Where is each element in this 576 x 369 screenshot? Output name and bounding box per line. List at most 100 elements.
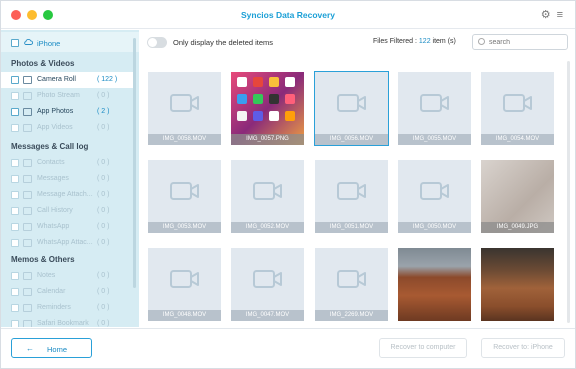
sidebar: iPhone Photos & Videos Camera Roll ( 122… (1, 30, 139, 327)
media-filename: IMG_0057.PNG (231, 134, 304, 145)
sidebar-item-label: Notes (37, 272, 56, 279)
video-camera-icon (420, 94, 449, 112)
media-tile[interactable]: IMG_0055.MOV (398, 72, 471, 145)
checkbox (11, 124, 19, 132)
sidebar-item-label: WhatsApp (37, 223, 70, 230)
checkbox (11, 288, 19, 296)
app-window: Syncios Data Recovery ⚙ ≡ iPhone Photos … (0, 0, 576, 369)
stream-icon (23, 92, 32, 100)
media-tile[interactable]: IMG_0058.MOV (148, 72, 221, 145)
checkbox (11, 304, 19, 312)
video-camera-icon (253, 270, 282, 288)
sidebar-item-contacts: Contacts ( 0 ) (1, 155, 133, 171)
grid-scrollbar[interactable] (567, 61, 570, 323)
search-input[interactable] (489, 37, 565, 47)
sidebar-item-app-videos: App Videos ( 0 ) (1, 120, 133, 136)
media-tile[interactable]: IMG_2269.MOV (315, 248, 388, 321)
sidebar-item-count: ( 0 ) (97, 124, 110, 131)
sidebar-item-label: Camera Roll (37, 76, 76, 83)
media-filename: IMG_0058.MOV (148, 134, 221, 145)
media-tile[interactable]: IMG_0048.MOV (148, 248, 221, 321)
sidebar-item-label: Contacts (37, 159, 65, 166)
sidebar-item-count: ( 0 ) (97, 159, 110, 166)
device-name: iPhone (37, 39, 61, 48)
sidebar-item-label: Photo Stream (37, 92, 80, 99)
media-tile[interactable]: IMG_0051.MOV (315, 160, 388, 233)
sidebar-item-photo-stream: Photo Stream ( 0 ) (1, 88, 133, 104)
bookmark-icon (23, 320, 32, 327)
sidebar-item-count: ( 0 ) (97, 223, 110, 230)
checkbox (11, 239, 19, 247)
filter-prefix: Files Filtered : (373, 38, 419, 45)
menu-icon[interactable]: ≡ (557, 9, 563, 21)
video-camera-icon (337, 270, 366, 288)
media-tile-landscape[interactable] (398, 248, 471, 321)
sidebar-scrollbar[interactable] (133, 38, 136, 288)
sidebar-item-count: ( 2 ) (97, 108, 110, 115)
search-box[interactable] (472, 34, 568, 50)
checkbox (11, 175, 19, 183)
checkbox[interactable] (11, 108, 19, 116)
sidebar-item-camera-roll[interactable]: Camera Roll ( 122 ) (1, 72, 133, 88)
media-grid: IMG_0058.MOV IMG_0057.PNG IMG_0056.MOV I… (139, 56, 565, 327)
media-filename: IMG_0052.MOV (231, 222, 304, 233)
sidebar-item-label: WhatsApp Attac... (37, 239, 93, 246)
media-tile[interactable]: IMG_0050.MOV (398, 160, 471, 233)
media-tile[interactable]: IMG_0052.MOV (231, 160, 304, 233)
sidebar-item-count: ( 0 ) (97, 272, 110, 279)
video-camera-icon (503, 94, 532, 112)
files-filtered-status: Files Filtered : 122 item (s) (373, 38, 456, 45)
video-camera-icon (170, 270, 199, 288)
media-filename: IMG_0048.MOV (148, 310, 221, 321)
home-button[interactable]: ← Home (11, 338, 92, 358)
recover-to-computer-button[interactable]: Recover to computer (379, 338, 467, 358)
category-messages-call-log: Messages & Call log (11, 142, 89, 151)
sidebar-item-app-photos[interactable]: App Photos ( 2 ) (1, 104, 133, 120)
back-arrow-icon: ← (26, 344, 34, 353)
media-tile[interactable]: IMG_0057.PNG (231, 72, 304, 145)
sidebar-item-label: Call History (37, 207, 73, 214)
sidebar-item-label: Message Attach... (37, 191, 93, 198)
media-tile-landscape[interactable] (481, 248, 554, 321)
sidebar-item-count: ( 0 ) (97, 207, 110, 214)
media-tile[interactable]: IMG_0047.MOV (231, 248, 304, 321)
media-tile-selected[interactable]: IMG_0056.MOV (314, 71, 389, 146)
sidebar-item-count: ( 0 ) (97, 288, 110, 295)
message-icon (23, 175, 32, 183)
video-camera-icon (253, 182, 282, 200)
video-camera-icon (337, 94, 366, 112)
video-camera-icon (337, 182, 366, 200)
filter-suffix: item (s) (430, 38, 456, 45)
media-tile[interactable]: IMG_0053.MOV (148, 160, 221, 233)
gear-icon[interactable]: ⚙ (541, 9, 551, 21)
media-filename: IMG_2269.MOV (315, 310, 388, 321)
recover-to-iphone-button[interactable]: Recover to: iPhone (481, 338, 565, 358)
device-checkbox[interactable] (11, 39, 19, 47)
camera-icon (23, 76, 32, 84)
home-button-label: Home (47, 345, 68, 354)
checkbox (11, 272, 19, 280)
attachment-icon (23, 191, 32, 199)
media-tile[interactable]: IMG_0054.MOV (481, 72, 554, 145)
checkbox[interactable] (11, 76, 19, 84)
sidebar-item-label: App Videos (37, 124, 73, 131)
toolbar: Only display the deleted items Files Fil… (139, 30, 575, 56)
checkbox (11, 92, 19, 100)
media-filename: IMG_0050.MOV (398, 222, 471, 233)
video-icon (23, 124, 32, 132)
video-camera-icon (420, 182, 449, 200)
whatsapp-attachment-icon (23, 239, 32, 247)
sidebar-item-whatsapp: WhatsApp ( 0 ) (1, 219, 133, 235)
media-filename: IMG_0056.MOV (315, 134, 388, 145)
sidebar-item-call-history: Call History ( 0 ) (1, 203, 133, 219)
device-row[interactable]: iPhone (1, 32, 139, 52)
media-tile[interactable]: IMG_0049.JPG (481, 160, 554, 233)
media-filename: IMG_0051.MOV (315, 222, 388, 233)
sidebar-item-reminders: Reminders ( 0 ) (1, 300, 133, 316)
app-title: Syncios Data Recovery (240, 10, 336, 20)
media-filename: IMG_0053.MOV (148, 222, 221, 233)
deleted-only-toggle[interactable] (147, 37, 167, 48)
video-camera-icon (170, 94, 199, 112)
filter-count: 122 (418, 38, 431, 45)
checkbox (11, 191, 19, 199)
